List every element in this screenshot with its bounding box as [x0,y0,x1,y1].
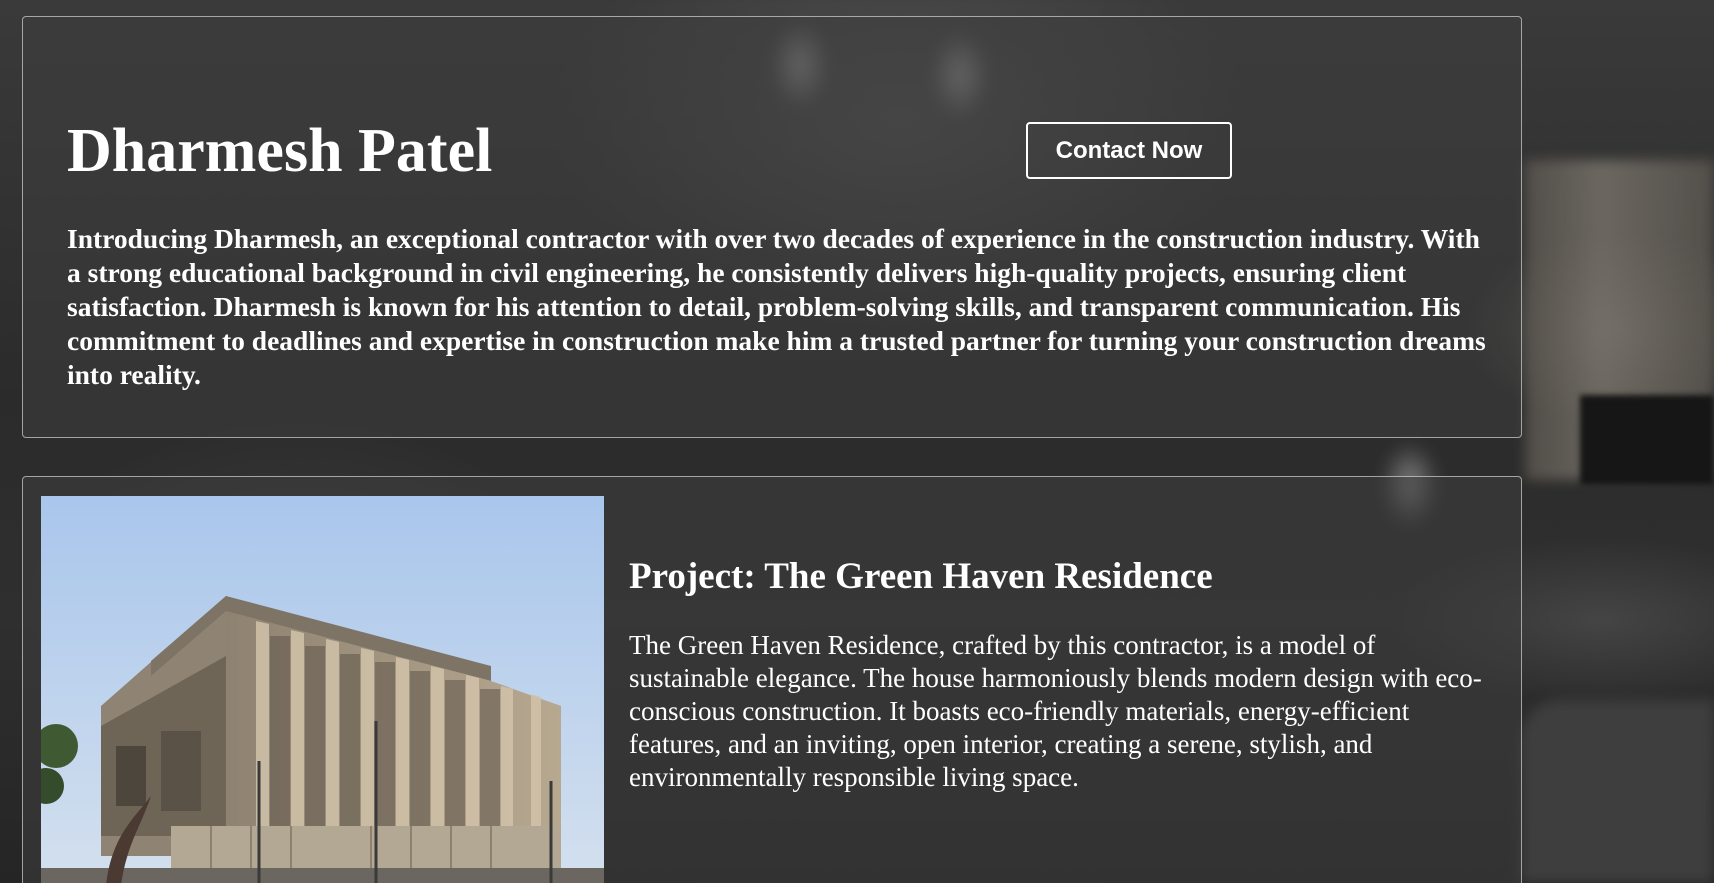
project-title: Project: The Green Haven Residence [629,556,1213,597]
background-wall [1525,160,1714,480]
background-sofa [1520,700,1714,883]
profile-card: Dharmesh Patel Contact Now Introducing D… [22,16,1522,438]
contact-now-button[interactable]: Contact Now [1026,122,1232,179]
project-image [41,496,604,883]
background-tv [1580,395,1714,485]
contractor-name: Dharmesh Patel [67,117,493,185]
project-description: The Green Haven Residence, crafted by th… [629,630,1482,792]
contractor-bio: Introducing Dharmesh, an exceptional con… [67,223,1486,390]
project-card: Project: The Green Haven Residence The G… [22,476,1522,883]
